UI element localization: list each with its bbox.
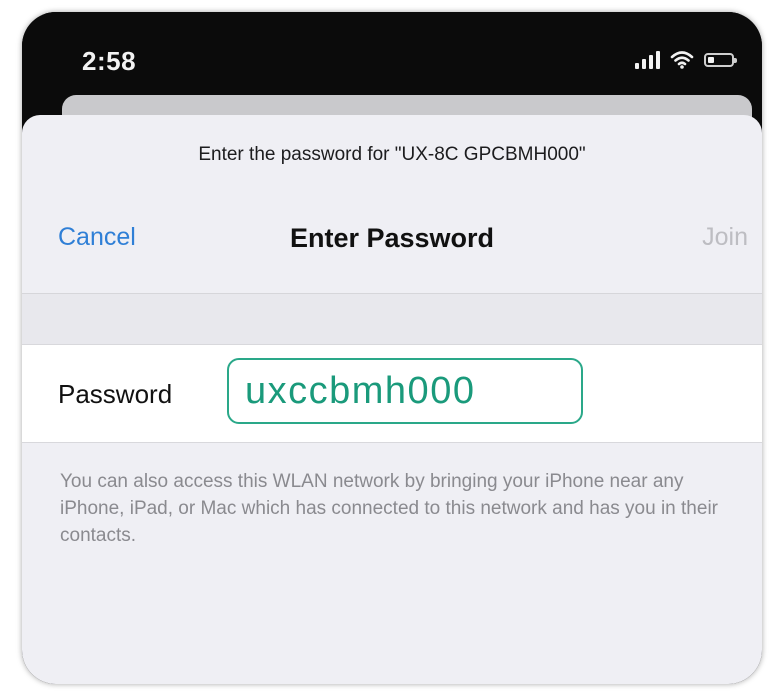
status-icons (635, 48, 737, 72)
password-row: Password uxccbmh000 (22, 345, 762, 443)
battery-level (708, 57, 714, 63)
battery-icon (704, 53, 737, 67)
helper-text: You can also access this WLAN network by… (60, 471, 718, 546)
section-spacer (22, 294, 762, 345)
cellular-signal-icon (635, 51, 660, 69)
sheet-prompt: Enter the password for "UX-8C GPCBMH000" (198, 144, 586, 165)
password-sheet: Enter the password for "UX-8C GPCBMH000"… (22, 115, 762, 684)
cancel-button[interactable]: Cancel (58, 223, 136, 252)
join-button[interactable]: Join (702, 223, 748, 252)
status-bar: 2:58 (22, 12, 762, 107)
password-input[interactable]: uxccbmh000 (227, 358, 583, 424)
password-label: Password (58, 379, 173, 409)
phone-screen: 2:58 Enter the password for "UX-8C GPCBM… (22, 12, 762, 684)
status-time: 2:58 (82, 46, 137, 76)
sheet-nav-bar: Enter Password Cancel Join (22, 203, 762, 273)
wifi-icon (670, 51, 694, 69)
